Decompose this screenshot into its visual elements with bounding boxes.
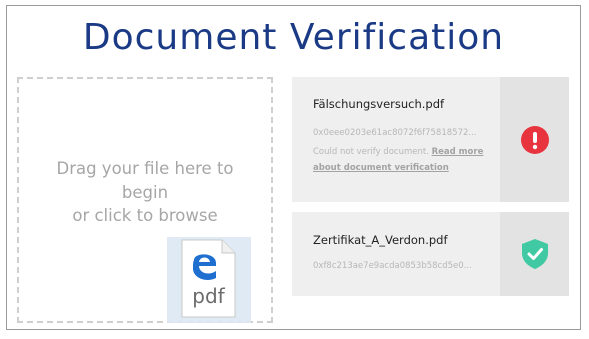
document-card-verified[interactable]: Zertifikat_A_Verdon.pdf 0xf8c213ae7e9acd… [292,212,569,296]
document-hash: 0x0eee0203e61ac8072f6f75818572... [313,128,477,138]
status-message-text: Could not verify document. [313,147,429,157]
exclamation-circle-icon [520,125,549,154]
document-name: Fälschungsversuch.pdf [313,97,445,111]
dropzone-line-1: Drag your file here to [56,159,234,178]
edge-pdf-icon[interactable]: pdf [165,237,252,323]
document-card-failed[interactable]: Fälschungsversuch.pdf 0x0eee0203e61ac807… [292,77,569,202]
status-panel [500,77,569,202]
dropzone-line-2: begin [121,182,169,202]
document-name: Zertifikat_A_Verdon.pdf [313,233,448,247]
status-panel [500,212,569,296]
page-title: Document Verification [82,17,505,58]
shield-check-icon [521,239,548,269]
dropzone-line-3: or click to browse [72,206,218,225]
dropzone-instructions: Drag your file here to begin or click to… [19,157,271,228]
pdf-icon-label: pdf [192,284,225,308]
document-status-message: Could not verify document. Read more abo… [313,145,501,176]
document-hash: 0xf8c213ae7e9acda0853b58cd5e0... [313,261,472,271]
pdf-file-icon [167,237,251,323]
